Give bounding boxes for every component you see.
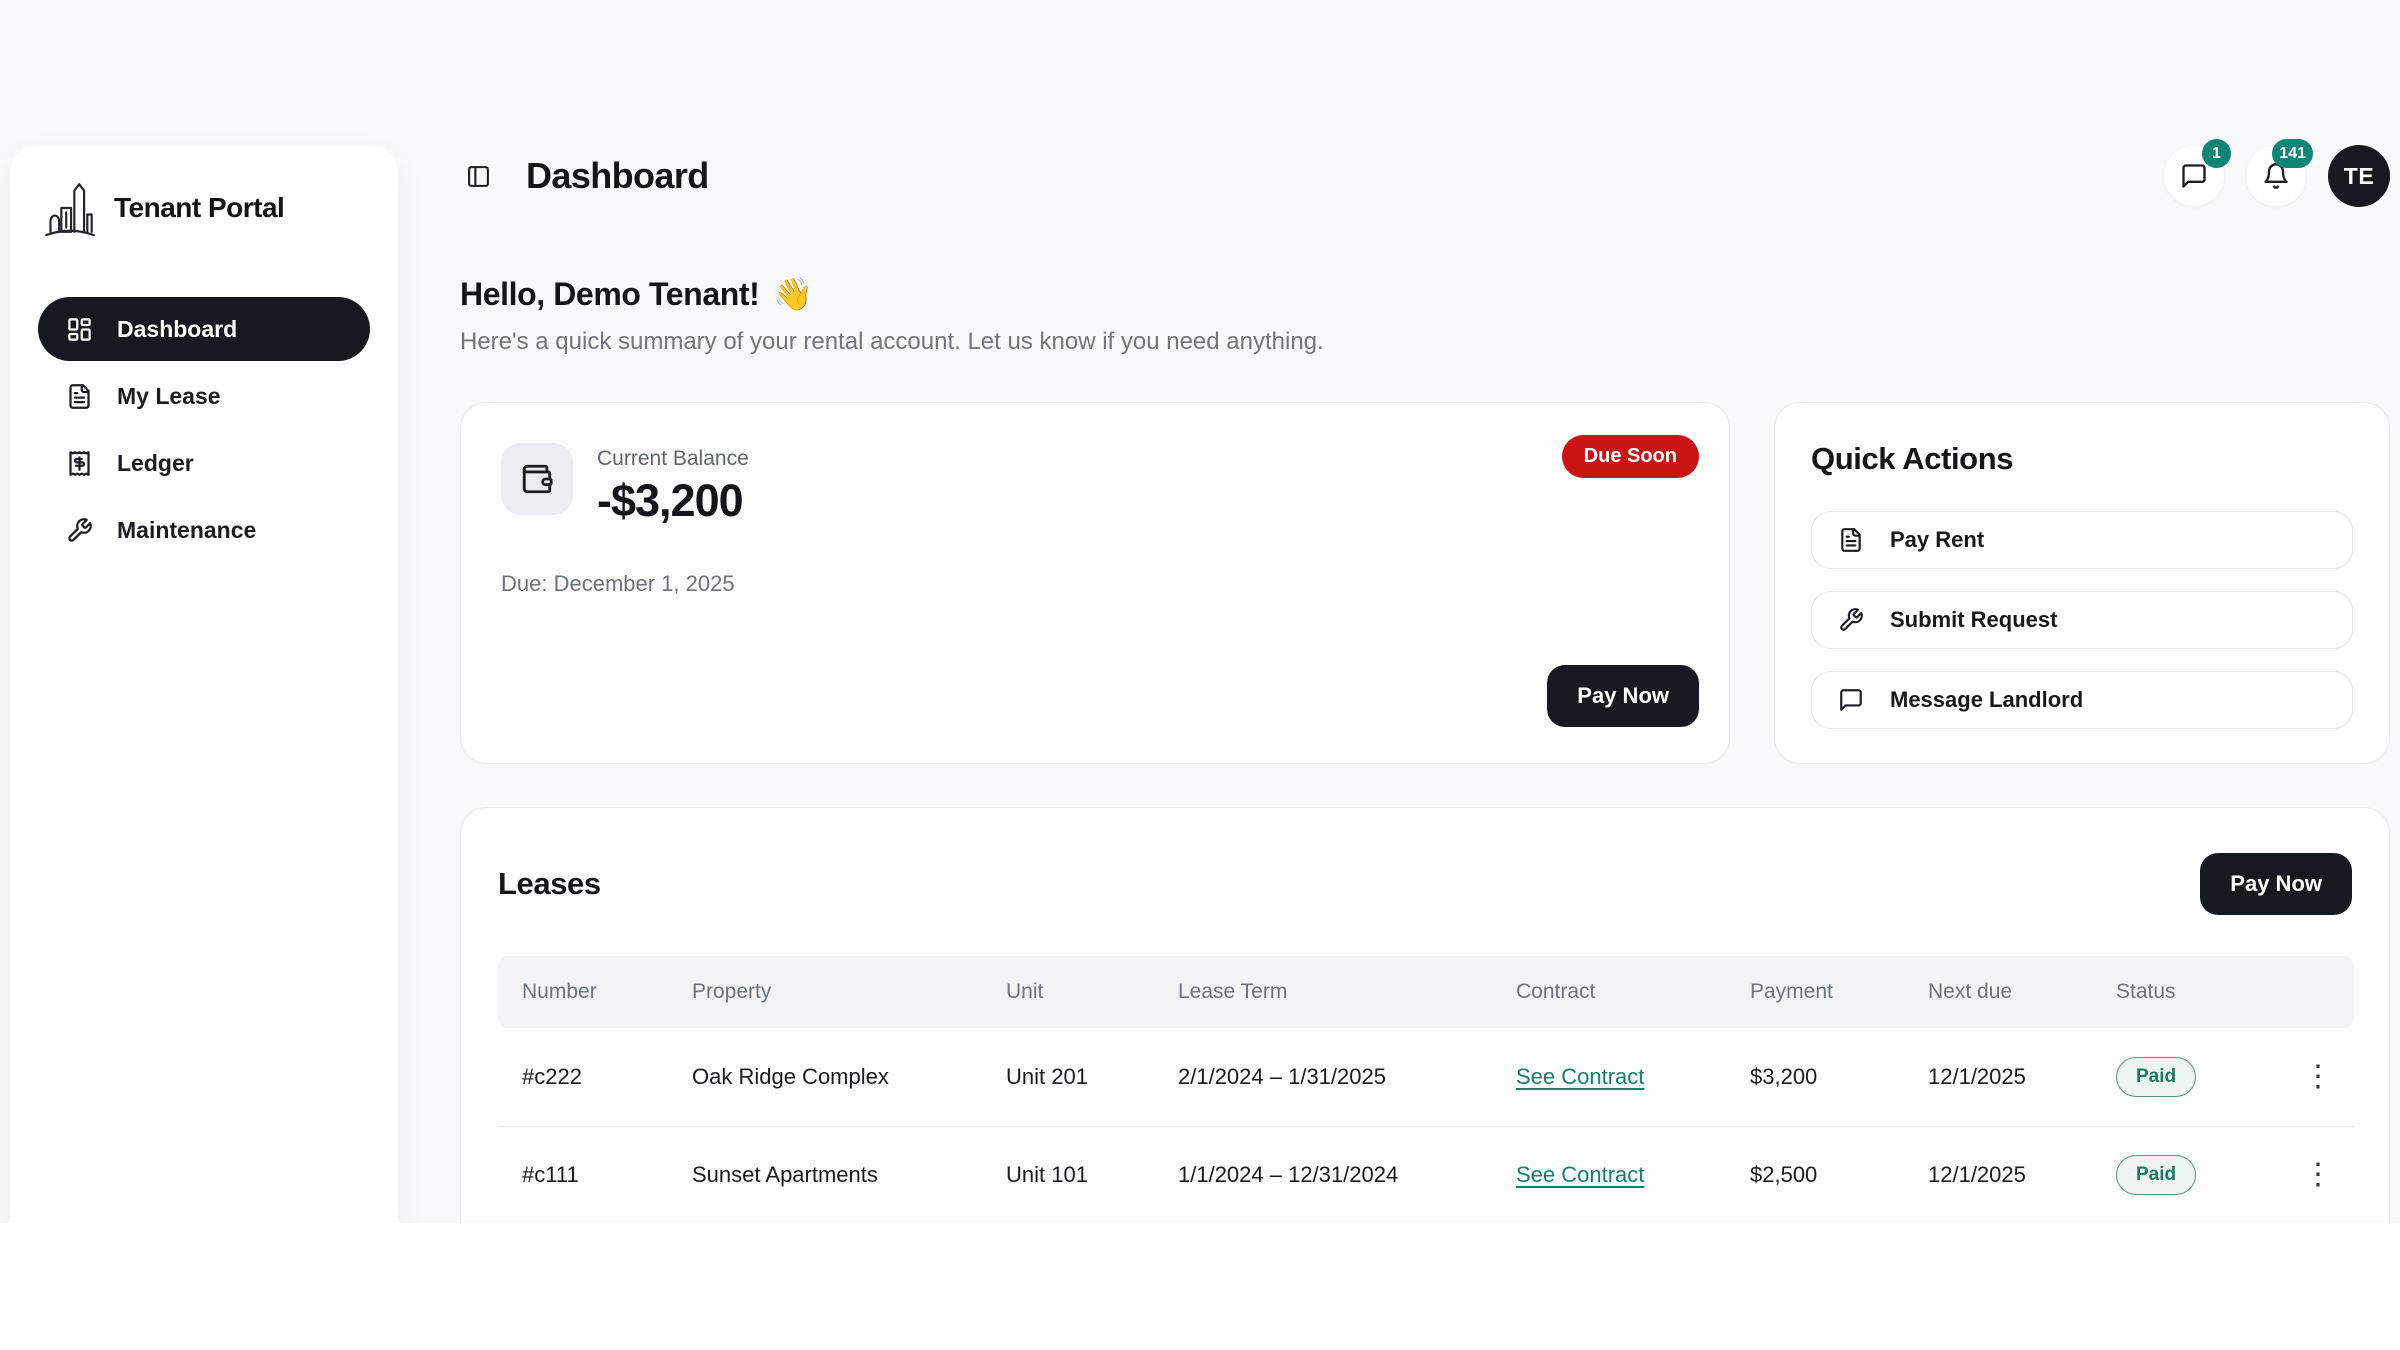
pay-rent-button[interactable]: Pay Rent xyxy=(1811,511,2353,569)
app-canvas: Tenant Portal Dashboard My Lease Ledger xyxy=(0,0,2400,1223)
main-content: Dashboard 1 141 TE Hello, Demo Tenant! 👋… xyxy=(398,0,2400,1223)
lease-unit: Unit 201 xyxy=(982,1028,1154,1126)
leases-table: Number Property Unit Lease Term Contract… xyxy=(498,956,2354,1223)
action-label: Submit Request xyxy=(1890,607,2057,633)
greeting-title: Hello, Demo Tenant! xyxy=(460,276,759,313)
messages-button[interactable]: 1 xyxy=(2164,146,2224,206)
lease-payment: $3,200 xyxy=(1726,1028,1904,1126)
messages-count-badge: 1 xyxy=(2202,139,2231,168)
table-row: #c111 Sunset Apartments Unit 101 1/1/202… xyxy=(498,1126,2354,1223)
col-unit: Unit xyxy=(982,956,1154,1028)
message-icon xyxy=(1838,687,1864,713)
file-text-icon xyxy=(66,383,93,410)
sidebar-nav: Dashboard My Lease Ledger Maintenance xyxy=(38,297,370,562)
col-contract: Contract xyxy=(1492,956,1726,1028)
lease-unit: Unit 101 xyxy=(982,1126,1154,1223)
sidebar-item-maintenance[interactable]: Maintenance xyxy=(38,498,370,562)
lease-term: 2/1/2024 – 1/31/2025 xyxy=(1154,1028,1492,1126)
leases-title: Leases xyxy=(498,866,601,902)
message-landlord-button[interactable]: Message Landlord xyxy=(1811,671,2353,729)
wave-emoji: 👋 xyxy=(773,275,812,313)
lease-number: #c111 xyxy=(498,1126,668,1223)
sidebar-item-label: Maintenance xyxy=(117,517,256,544)
notifications-count-badge: 141 xyxy=(2272,139,2313,168)
action-label: Pay Rent xyxy=(1890,527,1984,553)
due-soon-badge: Due Soon xyxy=(1562,435,1699,478)
lease-property: Sunset Apartments xyxy=(668,1126,982,1223)
quick-actions-title: Quick Actions xyxy=(1811,441,2353,477)
quick-actions-card: Quick Actions Pay Rent Submit Request xyxy=(1774,402,2390,764)
status-badge: Paid xyxy=(2116,1057,2196,1097)
lease-number: #c222 xyxy=(498,1028,668,1126)
sidebar-toggle-icon[interactable] xyxy=(460,158,496,194)
brand: Tenant Portal xyxy=(38,173,370,243)
balance-due-date: Due: December 1, 2025 xyxy=(501,571,1689,597)
see-contract-link[interactable]: See Contract xyxy=(1516,1064,1644,1089)
sidebar-item-label: Ledger xyxy=(117,450,194,477)
receipt-icon xyxy=(66,450,93,477)
table-header-row: Number Property Unit Lease Term Contract… xyxy=(498,956,2354,1028)
lease-term: 1/1/2024 – 12/31/2024 xyxy=(1154,1126,1492,1223)
sidebar-item-my-lease[interactable]: My Lease xyxy=(38,364,370,428)
city-logo-icon xyxy=(44,173,96,243)
page-title: Dashboard xyxy=(526,155,709,197)
row-menu-kebab-icon[interactable] xyxy=(2293,1056,2343,1098)
sidebar-item-ledger[interactable]: Ledger xyxy=(38,431,370,495)
col-status: Status xyxy=(2092,956,2282,1028)
wrench-icon xyxy=(66,517,93,544)
col-next-due: Next due xyxy=(1904,956,2092,1028)
lease-payment: $2,500 xyxy=(1726,1126,1904,1223)
status-badge: Paid xyxy=(2116,1155,2196,1195)
lease-property: Oak Ridge Complex xyxy=(668,1028,982,1126)
col-lease-term: Lease Term xyxy=(1154,956,1492,1028)
sidebar: Tenant Portal Dashboard My Lease Ledger xyxy=(10,145,398,1223)
col-number: Number xyxy=(498,956,668,1028)
topbar: Dashboard 1 141 TE xyxy=(460,145,2390,207)
sidebar-item-label: Dashboard xyxy=(117,316,237,343)
row-menu-kebab-icon[interactable] xyxy=(2293,1154,2343,1196)
lease-next-due: 12/1/2025 xyxy=(1904,1126,2092,1223)
greeting: Hello, Demo Tenant! 👋 Here's a quick sum… xyxy=(460,275,2390,356)
table-row: #c222 Oak Ridge Complex Unit 201 2/1/202… xyxy=(498,1028,2354,1126)
sidebar-item-label: My Lease xyxy=(117,383,221,410)
sidebar-item-dashboard[interactable]: Dashboard xyxy=(38,297,370,361)
action-label: Message Landlord xyxy=(1890,687,2083,713)
file-text-icon xyxy=(1838,527,1864,553)
leases-pay-now-button[interactable]: Pay Now xyxy=(2200,853,2352,915)
brand-name: Tenant Portal xyxy=(114,192,284,224)
wrench-icon xyxy=(1838,607,1864,633)
dashboard-grid-icon xyxy=(66,316,93,343)
pay-now-button[interactable]: Pay Now xyxy=(1547,665,1699,727)
col-property: Property xyxy=(668,956,982,1028)
wallet-icon xyxy=(501,443,573,515)
balance-card: Current Balance -$3,200 Due: December 1,… xyxy=(460,402,1730,764)
message-icon xyxy=(2180,162,2208,190)
avatar[interactable]: TE xyxy=(2328,145,2390,207)
col-payment: Payment xyxy=(1726,956,1904,1028)
see-contract-link[interactable]: See Contract xyxy=(1516,1162,1644,1187)
lease-next-due: 12/1/2025 xyxy=(1904,1028,2092,1126)
balance-amount: -$3,200 xyxy=(597,475,749,527)
leases-card: Leases Pay Now Number Property Unit Leas… xyxy=(460,807,2390,1223)
submit-request-button[interactable]: Submit Request xyxy=(1811,591,2353,649)
balance-label: Current Balance xyxy=(597,443,749,471)
notifications-button[interactable]: 141 xyxy=(2246,146,2306,206)
greeting-subtitle: Here's a quick summary of your rental ac… xyxy=(460,328,2390,356)
col-actions xyxy=(2282,956,2354,1028)
